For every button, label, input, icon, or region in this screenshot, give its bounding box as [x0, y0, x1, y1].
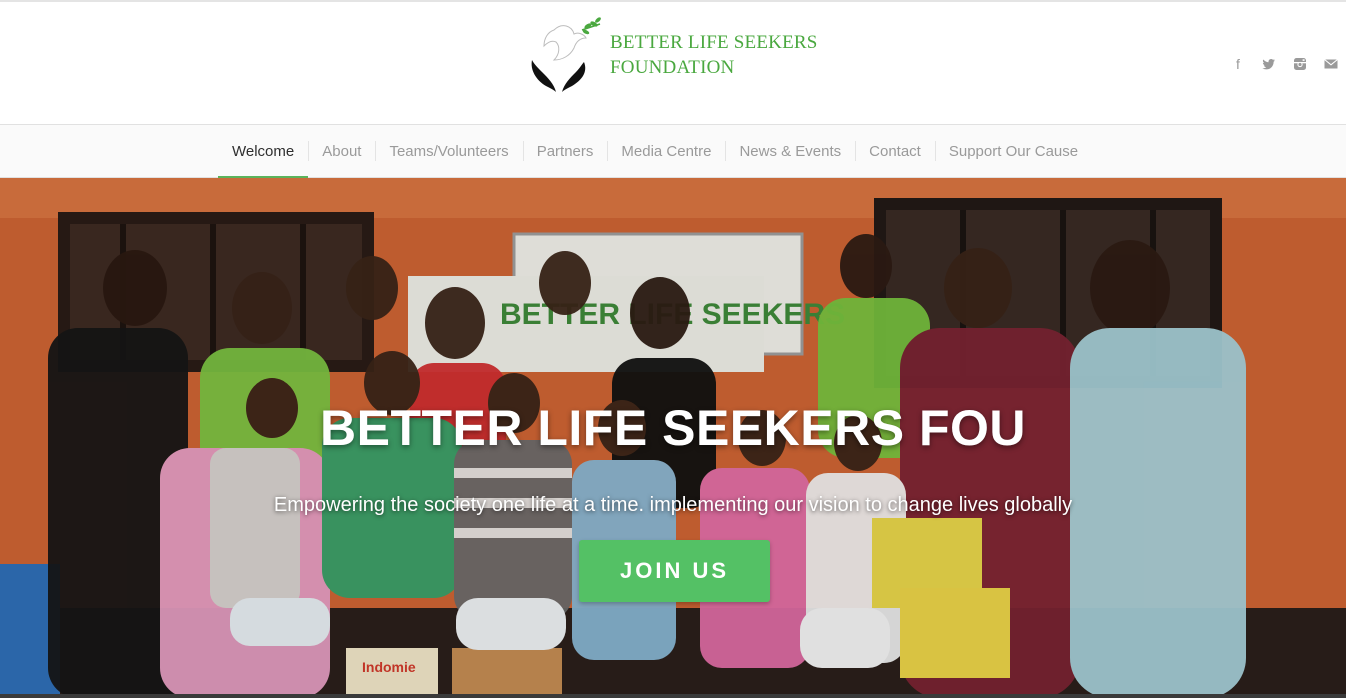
facebook-icon: f — [1236, 56, 1240, 72]
dove-hands-logo-icon — [531, 17, 601, 92]
nav-item-partners[interactable]: Partners — [522, 125, 608, 178]
twitter-link[interactable] — [1253, 54, 1284, 74]
main-navigation: Welcome About Teams/Volunteers Partners … — [0, 124, 1346, 179]
site-name-line1: BETTER LIFE SEEKERS — [610, 32, 818, 53]
mail-link[interactable] — [1315, 54, 1346, 74]
nav-item-media-centre[interactable]: Media Centre — [607, 125, 725, 178]
site-logo[interactable]: BETTER LIFE SEEKERS FOUNDATION — [526, 16, 836, 96]
social-links: f — [1222, 54, 1346, 74]
site-name-line2: FOUNDATION — [610, 57, 735, 78]
hero-bottom-bar — [0, 694, 1346, 698]
nav-item-news-events[interactable]: News & Events — [725, 125, 855, 178]
nav-item-teams-volunteers[interactable]: Teams/Volunteers — [375, 125, 522, 178]
mail-icon — [1323, 59, 1338, 69]
hero-title: BETTER LIFE SEEKERS FOU — [319, 400, 1026, 456]
nav-menu: Welcome About Teams/Volunteers Partners … — [218, 125, 1092, 179]
instagram-icon — [1293, 58, 1306, 70]
instagram-link[interactable] — [1284, 54, 1315, 74]
twitter-icon — [1261, 59, 1275, 70]
hero-subtitle: Empowering the society one life at a tim… — [273, 494, 1073, 516]
facebook-link[interactable]: f — [1222, 54, 1253, 74]
site-name: BETTER LIFE SEEKERS FOUNDATION — [610, 30, 818, 80]
join-us-button[interactable]: JOIN US — [579, 540, 770, 602]
svg-text:f: f — [1236, 57, 1240, 71]
nav-item-contact[interactable]: Contact — [855, 125, 935, 178]
nav-item-welcome[interactable]: Welcome — [218, 125, 309, 179]
site-header: BETTER LIFE SEEKERS FOUNDATION f — [0, 2, 1346, 124]
nav-item-about[interactable]: About — [308, 125, 375, 178]
hero-slider: BETTER LIFE SEEKERS — [0, 178, 1346, 698]
nav-item-support-our-cause[interactable]: Support Our Cause — [934, 125, 1092, 178]
